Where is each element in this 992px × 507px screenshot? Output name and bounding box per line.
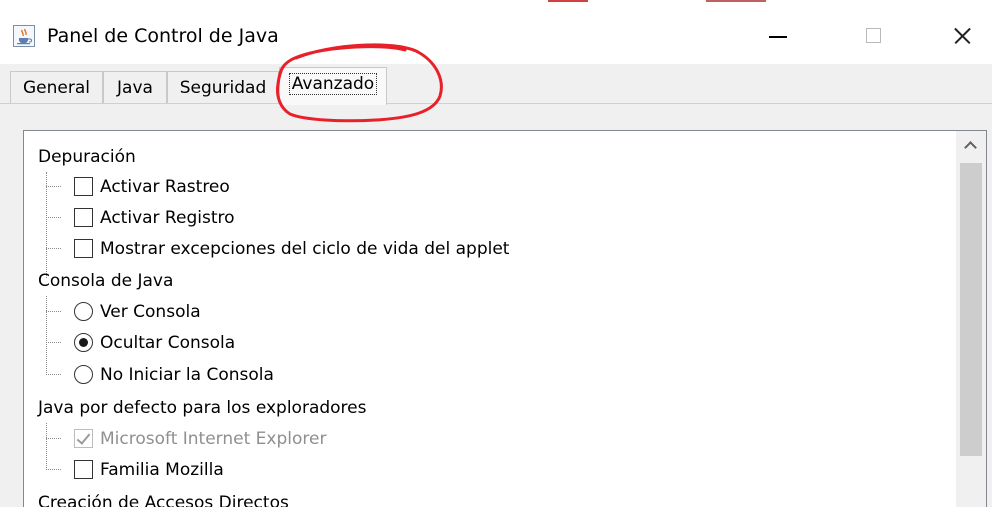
tree-line bbox=[46, 172, 47, 278]
tree-line bbox=[46, 469, 61, 470]
cropped-annotation-stroke bbox=[706, 0, 766, 2]
java-cup-icon bbox=[13, 25, 35, 47]
minimize-icon[interactable] bbox=[757, 20, 797, 50]
maximize-icon[interactable] bbox=[855, 20, 895, 50]
scroll-thumb[interactable] bbox=[960, 163, 982, 456]
title-bar: Panel de Control de Java bbox=[0, 0, 992, 64]
scroll-up-icon[interactable] bbox=[956, 131, 986, 161]
window-title: Panel de Control de Java bbox=[47, 25, 279, 47]
tree-line bbox=[46, 311, 61, 312]
checkbox[interactable] bbox=[74, 460, 93, 479]
tab-strip: General Java Seguridad Avanzado bbox=[0, 64, 992, 105]
tab-java[interactable]: Java bbox=[103, 71, 167, 103]
tab-avanzado[interactable]: Avanzado bbox=[279, 67, 387, 105]
tree-line bbox=[46, 423, 47, 470]
category-label: Creación de Accesos Directos bbox=[38, 493, 289, 507]
option-label: Ver Consola bbox=[100, 302, 201, 322]
checkbox-checked-disabled[interactable] bbox=[74, 429, 93, 448]
checkbox[interactable] bbox=[74, 239, 93, 258]
tab-label: Seguridad bbox=[179, 78, 267, 98]
tree-line bbox=[46, 186, 61, 187]
settings-tree: Depuración Activar Rastreo Activar Regis… bbox=[23, 130, 987, 507]
option-label: Familia Mozilla bbox=[100, 460, 224, 480]
category-consola[interactable]: Consola de Java bbox=[38, 266, 173, 296]
tree-line bbox=[46, 248, 61, 249]
radio-button-selected[interactable] bbox=[74, 333, 93, 352]
checkbox[interactable] bbox=[74, 208, 93, 227]
option-label: Mostrar excepciones del ciclo de vida de… bbox=[100, 239, 510, 259]
tree-line bbox=[46, 438, 61, 439]
tab-label: Avanzado bbox=[288, 73, 378, 95]
option-label: Ocultar Consola bbox=[100, 333, 236, 353]
category-depuracion[interactable]: Depuración bbox=[38, 142, 136, 172]
category-label: Consola de Java bbox=[38, 271, 174, 291]
category-exploradores[interactable]: Java por defecto para los exploradores bbox=[38, 393, 366, 423]
option-label: Activar Rastreo bbox=[100, 177, 230, 197]
tab-seguridad[interactable]: Seguridad bbox=[167, 71, 279, 103]
vertical-scrollbar[interactable] bbox=[956, 131, 986, 507]
category-label: Depuración bbox=[38, 147, 136, 167]
category-label: Java por defecto para los exploradores bbox=[38, 398, 367, 418]
close-icon[interactable] bbox=[945, 20, 985, 50]
option-label: No Iniciar la Consola bbox=[100, 365, 274, 385]
tree-line bbox=[46, 374, 61, 375]
tree-line bbox=[46, 296, 47, 375]
radio-button[interactable] bbox=[74, 302, 93, 321]
cropped-annotation-stroke bbox=[548, 0, 588, 2]
advanced-panel: Depuración Activar Rastreo Activar Regis… bbox=[0, 104, 992, 507]
category-accesos[interactable]: Creación de Accesos Directos bbox=[38, 488, 289, 507]
tree-line bbox=[46, 217, 61, 218]
tab-label: General bbox=[23, 78, 90, 98]
tab-label: Java bbox=[117, 78, 153, 98]
tab-general[interactable]: General bbox=[10, 71, 103, 103]
radio-button[interactable] bbox=[74, 365, 93, 384]
option-label: Microsoft Internet Explorer bbox=[100, 429, 327, 449]
option-label: Activar Registro bbox=[100, 208, 235, 228]
tree-line bbox=[46, 342, 61, 343]
checkbox[interactable] bbox=[74, 177, 93, 196]
